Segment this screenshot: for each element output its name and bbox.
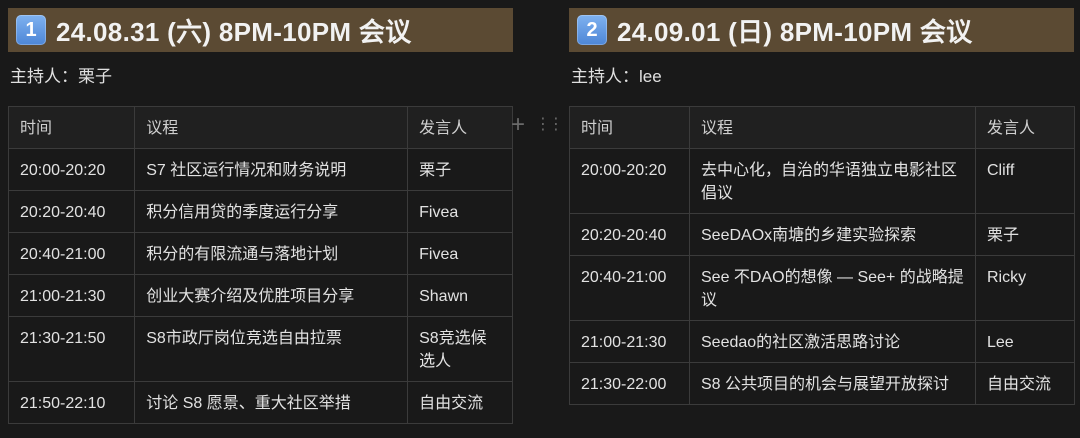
cell-agenda[interactable]: 去中心化，自治的华语独立电影社区倡议	[689, 148, 976, 214]
cell-time[interactable]: 20:20-20:40	[7, 190, 136, 233]
cell-time[interactable]: 20:40-21:00	[569, 255, 690, 321]
cell-agenda[interactable]: 讨论 S8 愿景、重大社区举措	[134, 381, 409, 424]
meeting-panel-right: 2 24.09.01 (日) 8PM-10PM 会议 主持人：lee 时间 议程…	[569, 0, 1075, 405]
cell-speaker[interactable]: 自由交流	[975, 362, 1075, 405]
table-row: 21:30-21:50 S8市政厅岗位竞选自由拉票 S8竞选候选人	[7, 316, 513, 382]
table-header-row: 时间 议程 发言人	[7, 106, 513, 149]
cell-agenda[interactable]: S8市政厅岗位竞选自由拉票	[134, 316, 409, 382]
column-header-agenda[interactable]: 议程	[134, 106, 409, 149]
cell-agenda[interactable]: 创业大赛介绍及优胜项目分享	[134, 274, 409, 317]
table-row: 21:00-21:30 创业大赛介绍及优胜项目分享 Shawn	[7, 274, 513, 317]
cell-speaker[interactable]: Fivea	[407, 232, 513, 275]
cell-time[interactable]: 20:00-20:20	[7, 148, 136, 191]
block-controls: + ⋮⋮	[511, 113, 564, 137]
table-row: 21:00-21:30 Seedao的社区激活思路讨论 Lee	[569, 320, 1075, 363]
column-header-agenda[interactable]: 议程	[689, 106, 976, 149]
cell-speaker[interactable]: S8竞选候选人	[407, 316, 513, 382]
cell-time[interactable]: 20:40-21:00	[7, 232, 136, 275]
cell-speaker[interactable]: 自由交流	[407, 381, 513, 424]
cell-agenda[interactable]: SeeDAOx南塘的乡建实验探索	[689, 213, 976, 256]
table-row: 20:00-20:20 去中心化，自治的华语独立电影社区倡议 Cliff	[569, 148, 1075, 214]
add-block-icon[interactable]: +	[511, 113, 525, 137]
cell-time[interactable]: 21:00-21:30	[7, 274, 136, 317]
host-line[interactable]: 主持人：lee	[571, 64, 1074, 90]
keycap-number-icon: 2	[577, 15, 607, 45]
table-row: 21:30-22:00 S8 公共项目的机会与展望开放探讨 自由交流	[569, 362, 1075, 405]
table-row: 20:40-21:00 积分的有限流通与落地计划 Fivea	[7, 232, 513, 275]
cell-agenda[interactable]: See 不DAO的想像 — See+ 的战略提议	[689, 255, 976, 321]
column-header-speaker[interactable]: 发言人	[975, 106, 1075, 149]
cell-speaker[interactable]: Ricky	[975, 255, 1075, 321]
cell-speaker[interactable]: 栗子	[407, 148, 513, 191]
cell-speaker[interactable]: Fivea	[407, 190, 513, 233]
cell-agenda[interactable]: S8 公共项目的机会与展望开放探讨	[689, 362, 976, 405]
table-row: 20:20-20:40 SeeDAOx南塘的乡建实验探索 栗子	[569, 213, 1075, 256]
table-row: 20:20-20:40 积分信用贷的季度运行分享 Fivea	[7, 190, 513, 233]
cell-speaker[interactable]: 栗子	[975, 213, 1075, 256]
meeting-panel-left: 1 24.08.31 (六) 8PM-10PM 会议 主持人：栗子 时间 议程 …	[7, 0, 513, 424]
agenda-table-left: 时间 议程 发言人 20:00-20:20 S7 社区运行情况和财务说明 栗子 …	[7, 106, 513, 424]
table-row: 20:40-21:00 See 不DAO的想像 — See+ 的战略提议 Ric…	[569, 255, 1075, 321]
agenda-table-right: 时间 议程 发言人 20:00-20:20 去中心化，自治的华语独立电影社区倡议…	[569, 106, 1075, 405]
cell-agenda[interactable]: S7 社区运行情况和财务说明	[134, 148, 409, 191]
cell-time[interactable]: 21:30-21:50	[7, 316, 136, 382]
column-header-time[interactable]: 时间	[7, 106, 136, 149]
cell-agenda[interactable]: 积分的有限流通与落地计划	[134, 232, 409, 275]
meeting-title[interactable]: 24.08.31 (六) 8PM-10PM 会议	[56, 12, 411, 49]
column-header-speaker[interactable]: 发言人	[407, 106, 513, 149]
drag-handle-icon[interactable]: ⋮⋮	[535, 115, 564, 135]
keycap-number-icon: 1	[16, 15, 46, 45]
column-header-time[interactable]: 时间	[569, 106, 690, 149]
meeting-heading-right: 2 24.09.01 (日) 8PM-10PM 会议	[569, 8, 1074, 52]
cell-speaker[interactable]: Cliff	[975, 148, 1075, 214]
cell-time[interactable]: 21:00-21:30	[569, 320, 690, 363]
meeting-heading-left: 1 24.08.31 (六) 8PM-10PM 会议	[8, 8, 513, 52]
table-header-row: 时间 议程 发言人	[569, 106, 1075, 149]
cell-time[interactable]: 21:30-22:00	[569, 362, 690, 405]
cell-agenda[interactable]: 积分信用贷的季度运行分享	[134, 190, 409, 233]
cell-speaker[interactable]: Shawn	[407, 274, 513, 317]
cell-speaker[interactable]: Lee	[975, 320, 1075, 363]
cell-time[interactable]: 20:20-20:40	[569, 213, 690, 256]
cell-agenda[interactable]: Seedao的社区激活思路讨论	[689, 320, 976, 363]
cell-time[interactable]: 20:00-20:20	[569, 148, 690, 214]
cell-time[interactable]: 21:50-22:10	[7, 381, 136, 424]
table-row: 20:00-20:20 S7 社区运行情况和财务说明 栗子	[7, 148, 513, 191]
host-line[interactable]: 主持人：栗子	[10, 64, 513, 90]
table-row: 21:50-22:10 讨论 S8 愿景、重大社区举措 自由交流	[7, 381, 513, 424]
meeting-title[interactable]: 24.09.01 (日) 8PM-10PM 会议	[617, 12, 972, 49]
